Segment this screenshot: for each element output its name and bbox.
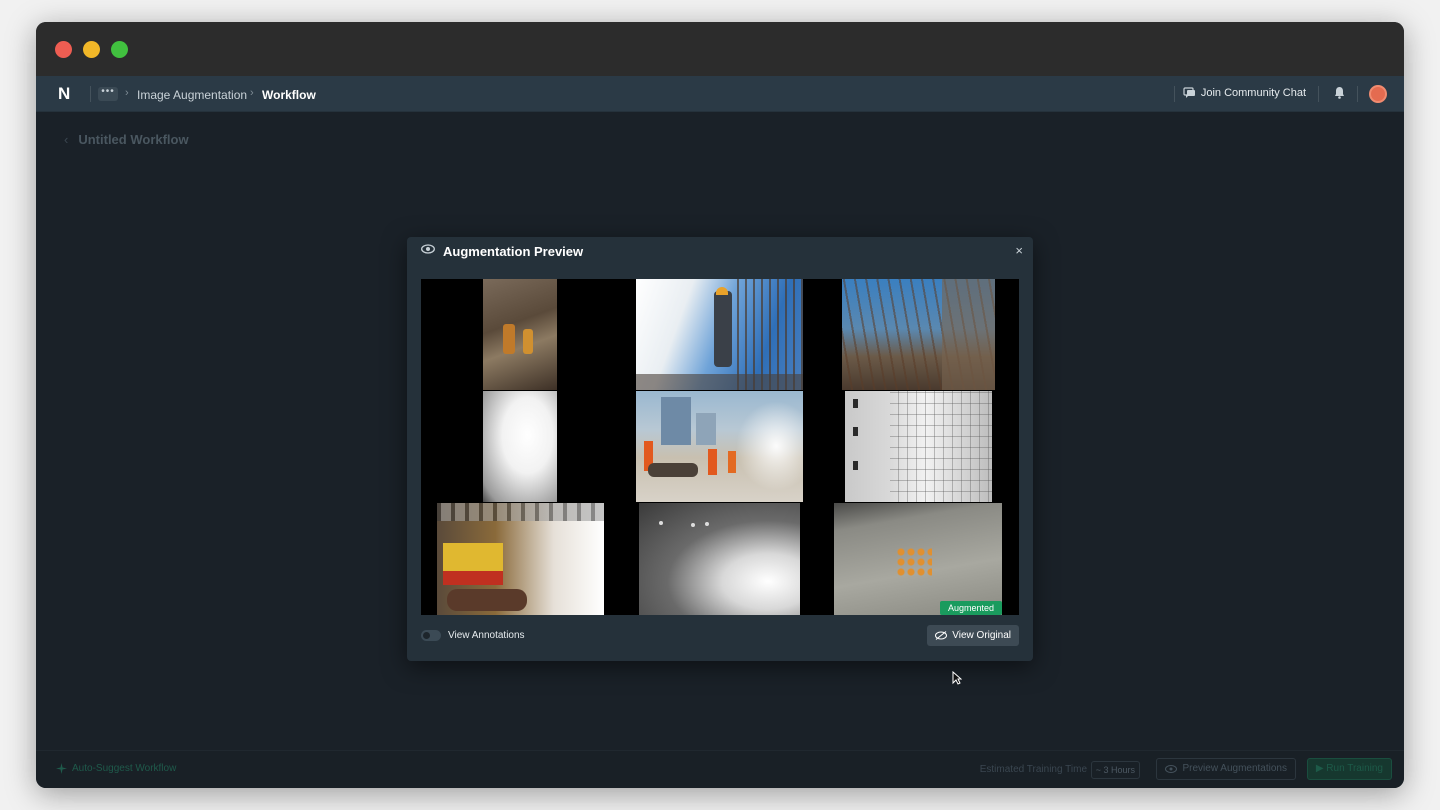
avatar[interactable]	[1369, 85, 1387, 103]
view-original-label: View Original	[952, 630, 1011, 641]
zoom-window-button[interactable]	[111, 41, 128, 58]
run-training-button[interactable]: ▶ Run Training	[1306, 758, 1392, 780]
aerial-workers	[896, 547, 932, 577]
community-label: Join Community Chat	[1200, 87, 1306, 99]
worker-figure	[523, 329, 533, 354]
light-spot	[691, 523, 695, 527]
window-block	[853, 399, 858, 408]
page-title[interactable]: Untitled Workflow	[78, 132, 188, 147]
augmented-image-tile: Augmented	[834, 503, 1002, 615]
divider	[90, 86, 91, 102]
roof-beams	[437, 503, 604, 521]
augmentation-image-grid: Augmented	[421, 279, 1019, 615]
light-spot	[659, 521, 663, 525]
close-window-button[interactable]	[55, 41, 72, 58]
light-spot	[705, 522, 709, 526]
modal-title: Augmentation Preview	[443, 244, 584, 259]
minimize-window-button[interactable]	[83, 41, 100, 58]
chevron-right-icon: ›	[125, 87, 129, 99]
app-window: N ••• › Image Augmentation › Workflow Jo…	[36, 22, 1404, 788]
augmented-badge: Augmented	[939, 601, 1002, 615]
preview-augmentations-button[interactable]: Preview Augmentations	[1156, 758, 1296, 780]
divider	[1357, 86, 1358, 102]
view-annotations-toggle[interactable]	[421, 630, 441, 641]
ground	[636, 374, 803, 390]
augmented-image-tile	[845, 391, 992, 502]
eye-off-icon	[935, 631, 948, 640]
chat-icon	[1183, 87, 1195, 98]
close-icon[interactable]: ×	[1015, 243, 1023, 258]
training-time-badge: ~ 3 Hours	[1090, 761, 1140, 779]
augmented-image-tile	[639, 503, 800, 615]
modal-header: Augmentation Preview ×	[407, 237, 1033, 265]
view-annotations-label: View Annotations	[448, 630, 525, 641]
augmented-image-tile	[483, 279, 557, 390]
divider	[1174, 86, 1175, 102]
machinery	[443, 571, 503, 585]
auto-suggest-workflow-button[interactable]: Auto-Suggest Workflow	[56, 763, 176, 774]
helmet	[716, 287, 728, 295]
sparkle-icon	[56, 763, 67, 774]
building-wall	[942, 279, 995, 390]
view-original-button[interactable]: View Original	[927, 625, 1019, 646]
eye-icon	[1165, 765, 1178, 773]
breadcrumb-workflow: Workflow	[262, 88, 316, 102]
divider	[1318, 86, 1319, 102]
bottom-toolbar: Auto-Suggest Workflow Estimated Training…	[36, 750, 1404, 788]
debris-pile	[447, 589, 527, 611]
augmented-image-tile	[483, 391, 557, 502]
bell-icon[interactable]	[1334, 86, 1345, 102]
page-title-row: ‹ Untitled Workflow	[64, 132, 189, 147]
city-skyline	[696, 413, 716, 445]
worker-figure	[708, 449, 717, 475]
eye-icon	[421, 244, 435, 254]
play-icon: ▶	[1315, 763, 1327, 774]
worker-figure	[503, 324, 515, 354]
augmented-image-tile	[636, 279, 803, 390]
scaffold-grid	[890, 391, 992, 502]
machinery	[443, 543, 503, 571]
join-community-chat-button[interactable]: Join Community Chat	[1183, 87, 1306, 99]
debris-pile	[648, 463, 698, 477]
app-header: N ••• › Image Augmentation › Workflow Jo…	[36, 76, 1404, 112]
window-block	[853, 461, 858, 470]
preview-augmentations-label: Preview Augmentations	[1182, 763, 1287, 774]
mouse-cursor-icon	[952, 671, 962, 685]
breadcrumb-image-augmentation[interactable]: Image Augmentation	[137, 88, 247, 102]
run-training-label: Run Training	[1326, 763, 1383, 774]
app-logo[interactable]: N	[58, 85, 74, 102]
bright-flare	[736, 401, 803, 491]
city-skyline	[661, 397, 691, 445]
auto-suggest-label: Auto-Suggest Workflow	[72, 763, 177, 774]
worker-figure	[714, 291, 732, 367]
augmentation-preview-modal: Augmentation Preview × Augmented View An…	[407, 237, 1033, 661]
back-chevron-icon[interactable]: ‹	[64, 132, 68, 147]
augmented-image-tile	[842, 279, 995, 390]
chevron-right-icon: ›	[250, 87, 254, 99]
window-titlebar	[36, 22, 1404, 76]
window-block	[853, 427, 858, 436]
more-breadcrumb-button[interactable]: •••	[98, 87, 118, 101]
augmented-image-tile	[636, 391, 803, 502]
augmented-image-tile	[437, 503, 604, 615]
worker-figure	[728, 451, 736, 473]
estimated-training-time-label: Estimated Training Time	[979, 764, 1087, 775]
